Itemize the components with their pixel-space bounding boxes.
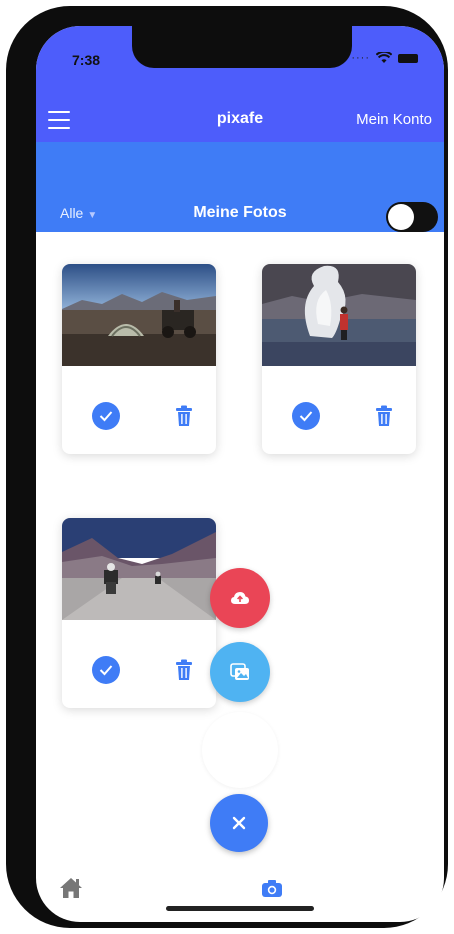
photo-thumbnail[interactable] bbox=[62, 518, 216, 620]
wifi-icon bbox=[376, 52, 392, 63]
photo-card bbox=[262, 264, 416, 454]
card-actions bbox=[262, 366, 416, 454]
check-circle-icon[interactable] bbox=[92, 656, 120, 684]
camera-icon[interactable] bbox=[260, 878, 284, 900]
device-notch bbox=[132, 26, 352, 68]
trash-icon[interactable] bbox=[372, 402, 396, 430]
view-toggle[interactable] bbox=[386, 202, 438, 232]
photo-thumbnail[interactable] bbox=[62, 264, 216, 366]
card-actions bbox=[62, 366, 216, 454]
photo-geyser bbox=[262, 264, 416, 366]
photo-card bbox=[62, 518, 216, 708]
trash-icon[interactable] bbox=[172, 656, 196, 684]
toggle-knob bbox=[388, 204, 414, 230]
upload-button[interactable] bbox=[210, 568, 270, 628]
close-fab-button[interactable] bbox=[210, 794, 268, 852]
page-title: Meine Fotos bbox=[193, 204, 287, 221]
top-navbar: pixafe Mein Konto bbox=[36, 98, 444, 142]
home-indicator bbox=[166, 906, 314, 911]
status-time: 7:38 bbox=[72, 52, 101, 68]
home-icon[interactable] bbox=[58, 876, 84, 900]
phone-frame: 7:38 ···· pixafe Mein Konto Alle ▼ Meine… bbox=[6, 6, 448, 928]
photo-motorcycle-road bbox=[62, 518, 216, 620]
page-header: Alle ▼ Meine Fotos bbox=[36, 142, 444, 232]
bottom-tab-bar bbox=[36, 872, 444, 922]
trash-icon[interactable] bbox=[172, 402, 196, 430]
check-circle-icon[interactable] bbox=[92, 402, 120, 430]
photo-desert-camp bbox=[62, 264, 216, 366]
photo-thumbnail[interactable] bbox=[262, 264, 416, 366]
close-icon bbox=[232, 816, 246, 830]
photo-card bbox=[62, 264, 216, 454]
account-link[interactable]: Mein Konto bbox=[356, 111, 432, 128]
status-icons: ···· bbox=[351, 52, 418, 64]
cloud-upload-icon bbox=[231, 592, 249, 604]
image-gallery-icon bbox=[230, 663, 249, 680]
gallery-button[interactable] bbox=[210, 642, 270, 702]
check-circle-icon[interactable] bbox=[292, 402, 320, 430]
app-screen: 7:38 ···· pixafe Mein Konto Alle ▼ Meine… bbox=[36, 26, 444, 922]
battery-icon bbox=[398, 53, 418, 63]
camera-capture-button[interactable] bbox=[202, 712, 278, 788]
card-actions bbox=[62, 620, 216, 708]
signal-dots-icon: ···· bbox=[351, 52, 370, 64]
